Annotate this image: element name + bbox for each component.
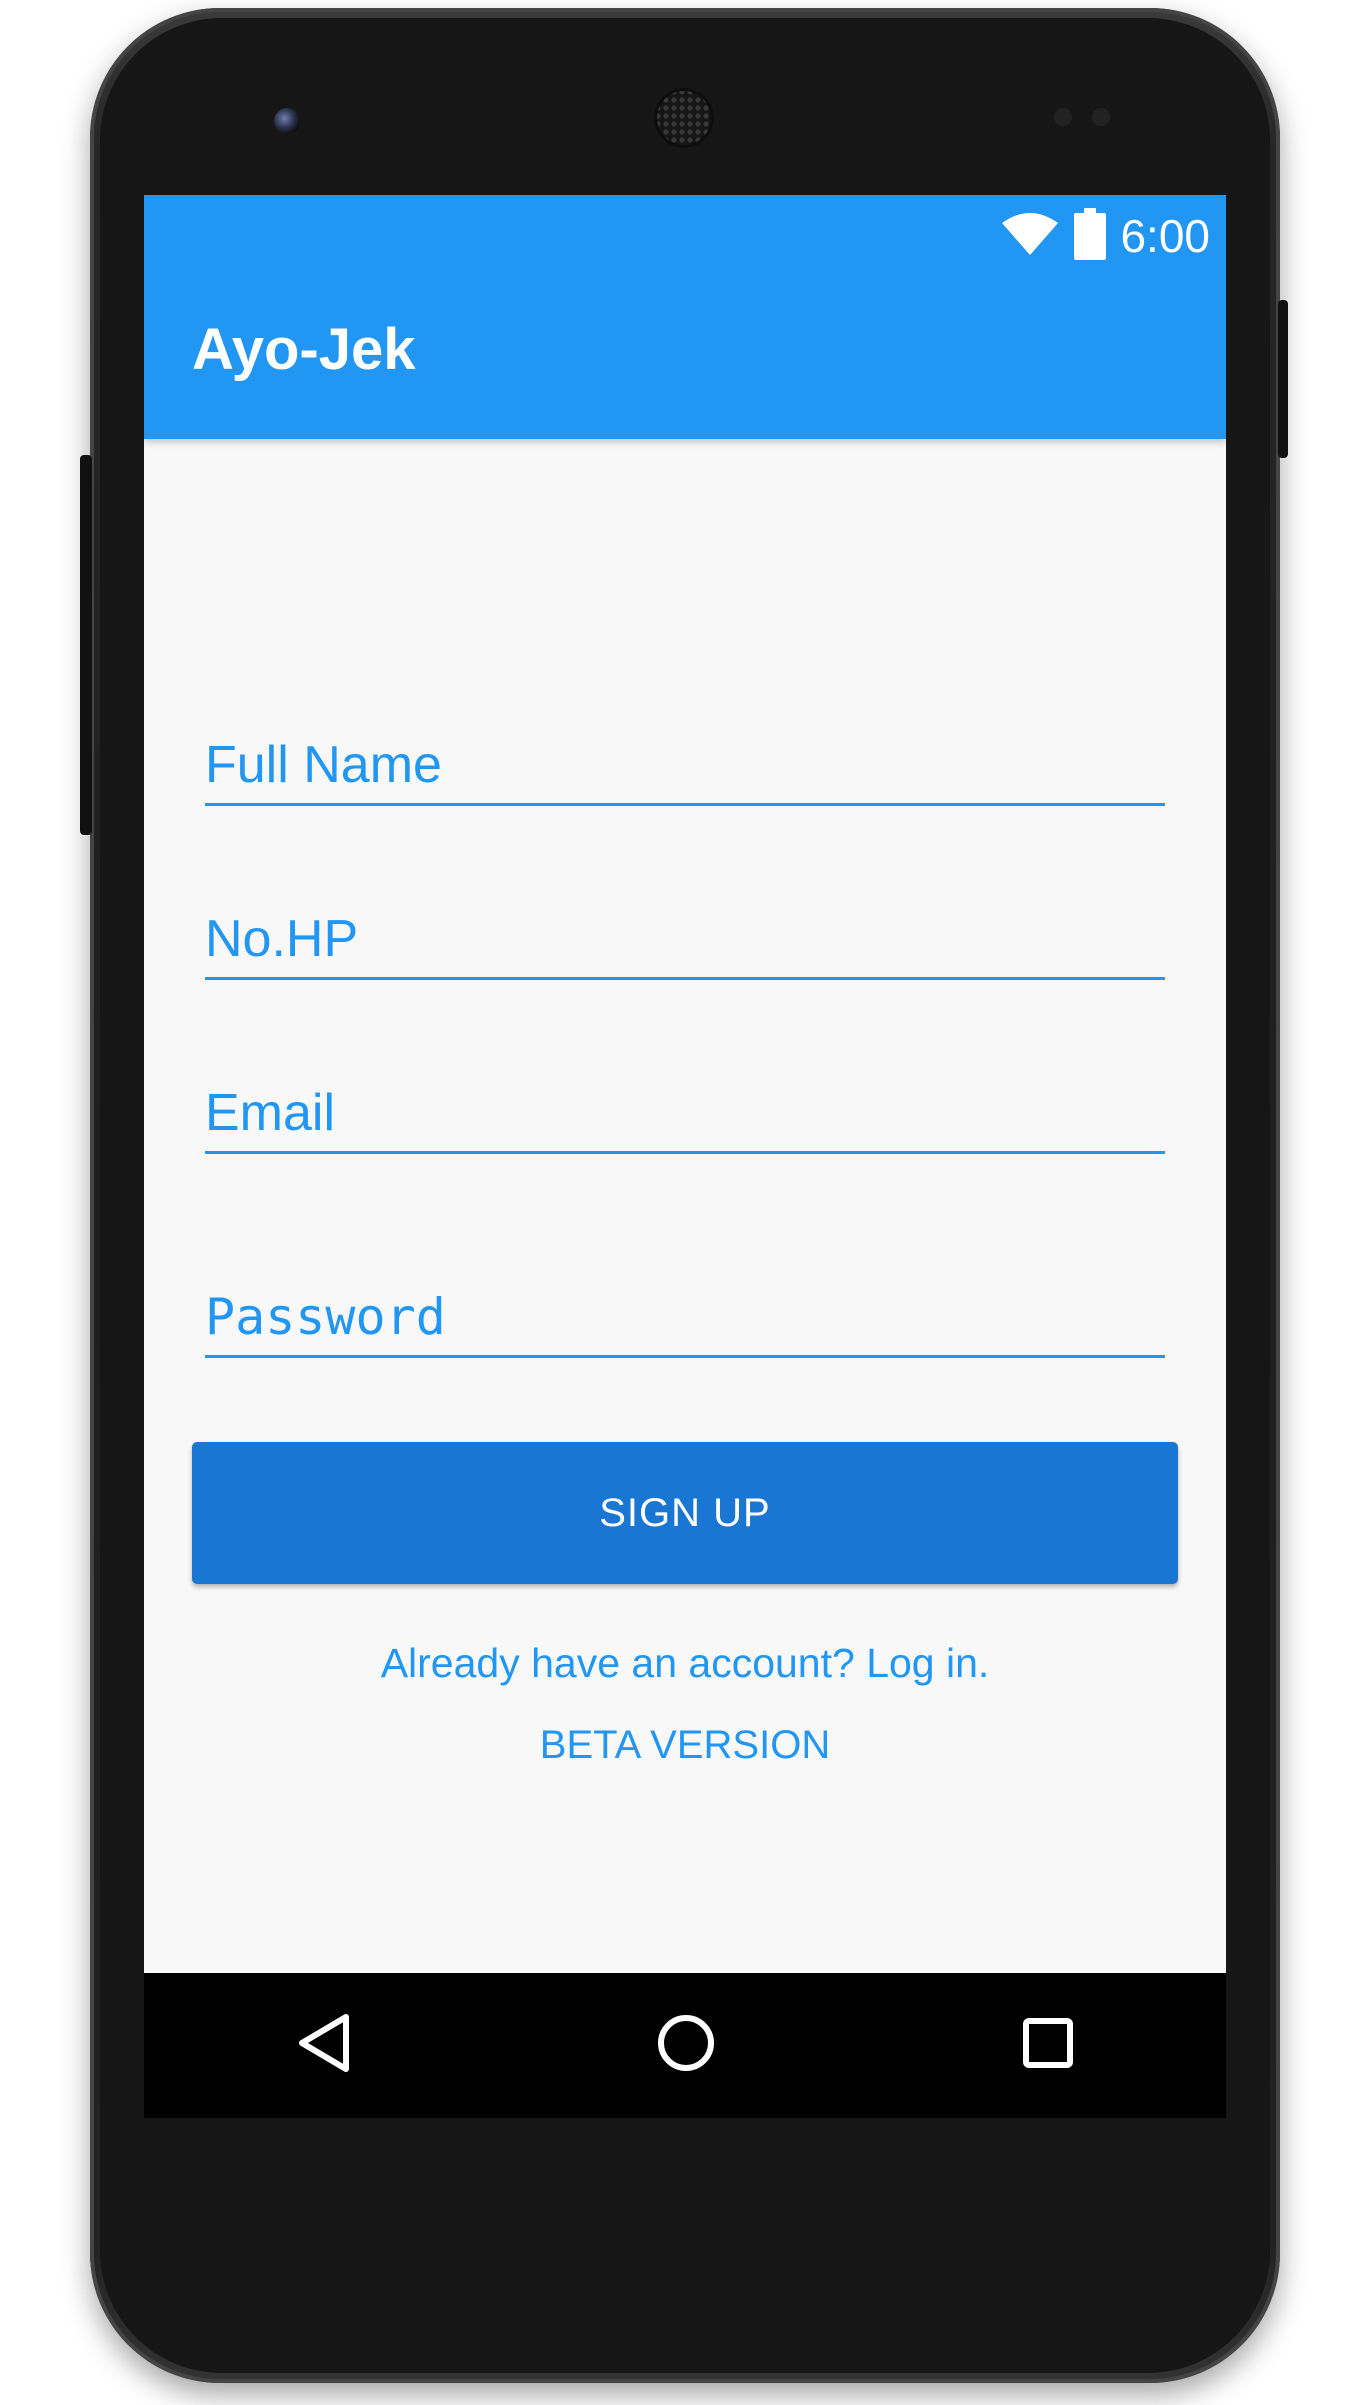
full-name-placeholder: Full Name — [205, 736, 442, 794]
app-bar: 6:00 Ayo-Jek — [144, 195, 1226, 439]
battery-icon — [1074, 207, 1107, 265]
email-placeholder: Email — [205, 1084, 336, 1142]
password-field[interactable]: Password — [205, 1287, 1165, 1358]
email-field[interactable]: Email — [205, 1083, 1165, 1154]
status-bar: 6:00 — [144, 195, 1226, 277]
recent-apps-button[interactable] — [1006, 2003, 1090, 2087]
navigation-bar — [144, 1973, 1226, 2118]
phone-number-placeholder: No.HP — [205, 910, 359, 968]
phone-number-field[interactable]: No.HP — [205, 909, 1165, 980]
sign-up-button[interactable]: SIGN UP — [192, 1442, 1178, 1584]
home-button[interactable] — [644, 2003, 728, 2087]
recent-apps-icon — [1020, 2015, 1076, 2076]
app-screen: 6:00 Ayo-Jek Full Name No.HP Email Passw… — [144, 195, 1226, 2118]
proximity-sensor — [1054, 108, 1072, 126]
status-time: 6:00 — [1120, 210, 1210, 262]
status-icons: 6:00 — [1000, 207, 1210, 265]
front-camera — [274, 108, 300, 134]
password-placeholder: Password — [205, 1288, 446, 1346]
wifi-icon — [1000, 211, 1060, 262]
volume-rocker — [80, 455, 92, 835]
earpiece-speaker — [654, 88, 714, 148]
login-link[interactable]: Already have an account? Log in. — [144, 1640, 1226, 1687]
beta-version-label: BETA VERSION — [539, 1723, 831, 1767]
back-button[interactable] — [282, 2003, 366, 2087]
app-title: Ayo-Jek — [192, 317, 416, 382]
home-icon — [654, 2011, 718, 2080]
power-button — [1278, 300, 1288, 458]
light-sensor — [1092, 108, 1110, 126]
full-name-field[interactable]: Full Name — [205, 735, 1165, 806]
back-icon — [294, 2011, 354, 2080]
